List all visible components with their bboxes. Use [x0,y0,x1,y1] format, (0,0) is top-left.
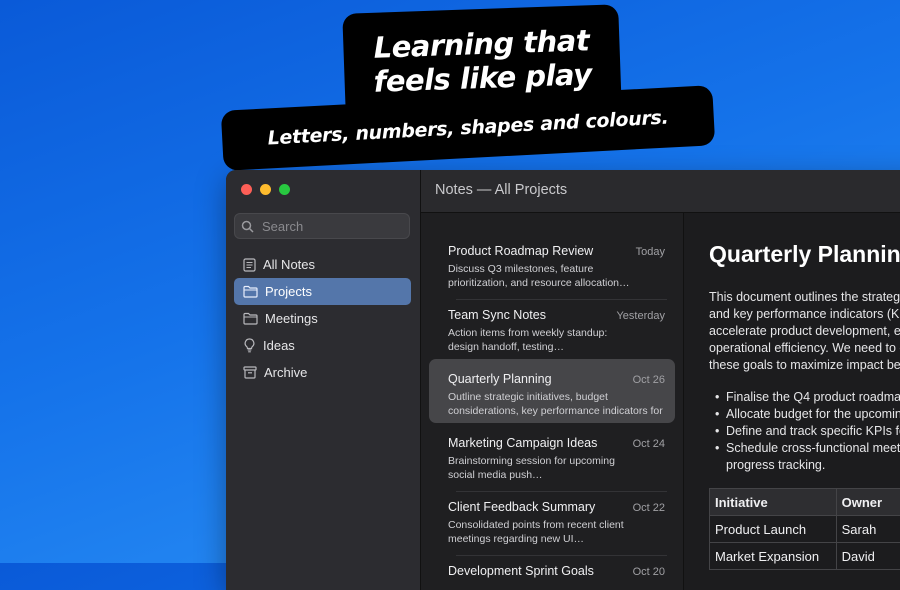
notes-app-window: All Notes Projects Meetings [226,170,900,590]
sidebar-item-archive[interactable]: Archive [234,359,411,386]
minimize-window-button[interactable] [260,184,271,195]
table-cell: Market Expansion [710,543,837,570]
note-detail: Quarterly Planning This document outline… [684,213,900,590]
table-header: Initiative [710,489,837,516]
document-bullets: Finalise the Q4 product roadmap Allocate… [715,389,900,474]
lightbulb-icon [243,338,256,353]
note-date: Today [636,246,665,258]
subheadline-text: Letters, numbers, shapes and colours. [267,107,669,150]
sidebar-item-label: Archive [264,365,307,380]
note-date: Oct 20 [633,566,665,578]
window-title: Notes — All Projects [435,182,567,198]
sidebar-item-label: Ideas [263,338,295,353]
note-date: Oct 26 [633,374,665,386]
note-icon [243,258,256,272]
table-row: Product Launch Sarah [710,516,900,543]
folder-icon [243,285,258,298]
list-item[interactable]: Team Sync Notes Yesterday Action items fr… [429,299,675,363]
note-title: Team Sync Notes [448,308,546,322]
bullet-item: Finalise the Q4 product roadmap [715,389,900,406]
note-snippet: Brainstorming session for upcoming socia… [448,454,665,482]
note-title: Product Roadmap Review [448,244,593,258]
sidebar: All Notes Projects Meetings [226,170,421,590]
close-window-button[interactable] [241,184,252,195]
document-title: Quarterly Planning [709,241,900,268]
list-item[interactable]: Client Feedback Summary Oct 22 Consolidat… [429,491,675,555]
note-date: Oct 24 [633,438,665,450]
note-title: Client Feedback Summary [448,500,595,514]
sidebar-item-projects[interactable]: Projects [234,278,411,305]
table-header: Owner [836,489,900,516]
table-cell: David [836,543,900,570]
list-item[interactable]: Marketing Campaign Ideas Oct 24 Brainstor… [429,427,675,491]
note-snippet: Consolidated points from recent client m… [448,518,665,546]
note-snippet: Action items from weekly standup: design… [448,326,665,354]
document-body: This document outlines the strateg and k… [709,289,900,374]
search-icon [241,220,254,233]
sidebar-item-label: All Notes [263,257,315,272]
sidebar-nav: All Notes Projects Meetings [234,251,411,386]
toolbar: Notes — All Projects [421,170,900,213]
list-item[interactable]: Product Roadmap Review Today Discuss Q3 m… [429,235,675,299]
sidebar-item-ideas[interactable]: Ideas [234,332,411,359]
archive-icon [243,366,257,379]
window-controls [241,184,290,195]
notes-list: Product Roadmap Review Today Discuss Q3 m… [421,213,684,590]
note-snippet: Outline strategic initiatives, budget co… [448,390,665,418]
sidebar-item-meetings[interactable]: Meetings [234,305,411,332]
note-title: Marketing Campaign Ideas [448,436,597,450]
subheadline-sticker: Letters, numbers, shapes and colours. [221,85,715,171]
table-cell: Product Launch [710,516,837,543]
search-input[interactable] [260,218,404,235]
table-header-row: Initiative Owner [710,489,900,516]
bullet-item: Schedule cross-functional meetinprogress… [715,440,900,474]
note-snippet: Discuss Q3 milestones, feature prioritiz… [448,262,665,290]
bullet-item: Define and track specific KPIs for [715,423,900,440]
table-row: Market Expansion David [710,543,900,570]
note-title: Quarterly Planning [448,372,552,386]
table-cell: Sarah [836,516,900,543]
note-title: Development Sprint Goals [448,564,594,578]
note-date: Yesterday [616,310,665,322]
sidebar-item-label: Meetings [265,311,318,326]
sidebar-item-all-notes[interactable]: All Notes [234,251,411,278]
bullet-item: Allocate budget for the upcoming [715,406,900,423]
list-item-selected[interactable]: Quarterly Planning Oct 26 Outline strateg… [429,359,675,423]
list-item[interactable]: Development Sprint Goals Oct 20 [429,555,675,590]
search-field[interactable] [234,213,410,239]
note-date: Oct 22 [633,502,665,514]
zoom-window-button[interactable] [279,184,290,195]
document-table: Initiative Owner Product Launch Sarah Ma… [709,488,900,570]
sidebar-item-label: Projects [265,284,312,299]
folder-icon [243,312,258,325]
